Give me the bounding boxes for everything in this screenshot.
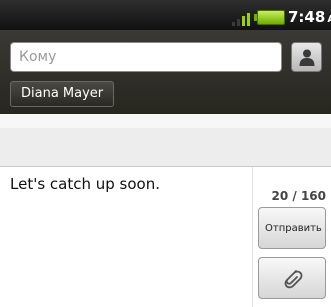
signal-bar (237, 19, 240, 26)
compose-top-band (0, 114, 331, 128)
character-counter: 20 / 160 (271, 189, 327, 203)
battery-icon (254, 10, 285, 25)
to-input[interactable] (10, 42, 282, 72)
clock-ampm: AM (327, 14, 331, 25)
clock-time: 7:48 (288, 8, 326, 26)
attach-button[interactable] (258, 257, 326, 299)
message-input[interactable]: Let's catch up soon. (10, 175, 246, 305)
send-button[interactable]: Отправить (258, 207, 326, 249)
status-clock: 7:48AM (288, 8, 331, 26)
signal-bar (242, 16, 245, 26)
paperclip-icon (284, 270, 303, 289)
signal-icon (232, 10, 254, 26)
person-icon (299, 49, 315, 66)
signal-bar (232, 22, 235, 26)
message-area: Let's catch up soon. 20 / 160 Отправить (0, 167, 331, 307)
recipient-area: Diana Mayer (0, 30, 331, 114)
recipient-chip[interactable]: Diana Mayer (10, 81, 115, 107)
signal-bar (247, 13, 250, 26)
contact-picker-button[interactable] (291, 42, 322, 72)
compose-separator (0, 128, 331, 167)
divider (252, 167, 253, 307)
status-bar: 7:48AM (0, 0, 331, 30)
